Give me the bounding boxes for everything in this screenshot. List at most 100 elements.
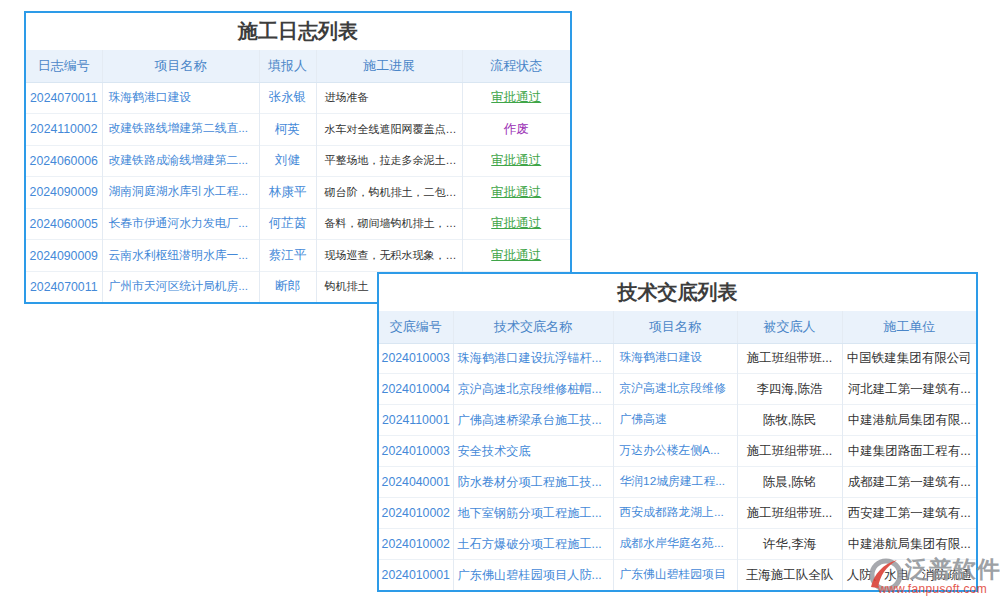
table-row: 2024070011珠海鹤港口建设张永银进场准备审批通过 [26, 82, 570, 114]
column-header: 流程状态 [462, 50, 570, 82]
panel-title-tech-disclosure: 技术交底列表 [379, 274, 976, 311]
disclosure-id-link[interactable]: 2024010003 [379, 436, 453, 467]
table-row: 2024110001广佛高速桥梁承台施工技...广佛高速陈牧,陈民中建港航局集团… [379, 405, 976, 436]
disclosure-id-link[interactable]: 2024010003 [379, 343, 453, 374]
column-header: 日志编号 [26, 50, 102, 82]
panel-title-construction-log: 施工日志列表 [26, 13, 570, 50]
disclosure-name-link[interactable]: 地下室钢筋分项工程施工... [453, 498, 613, 529]
table-row: 2024090009湖南洞庭湖水库引水工程...林康平砌台阶，钩机排土，二包砌.… [26, 177, 570, 209]
tech-disclosure-table: 交底编号技术交底名称项目名称被交底人施工单位2024010003珠海鹤港口建设抗… [379, 311, 976, 590]
progress-text: 现场巡查，无积水现象，水... [316, 240, 462, 272]
unit-text: 人防、水电、消防疏通 [842, 560, 976, 590]
table-row: 2024060005长春市伊通河水力发电厂...何芷茵备料，砌间墙钩机排土，瓦.… [26, 208, 570, 240]
reporter-link[interactable]: 断郎 [259, 271, 316, 302]
project-link[interactable]: 湖南洞庭湖水库引水工程... [102, 177, 259, 209]
column-header: 技术交底名称 [453, 311, 613, 343]
construction-log-table: 日志编号项目名称填报人施工进展流程状态2024070011珠海鹤港口建设张永银进… [26, 50, 570, 302]
progress-text: 进场准备 [316, 82, 462, 114]
status-link[interactable]: 审批通过 [462, 177, 570, 209]
progress-text: 砌台阶，钩机排土，二包砌... [316, 177, 462, 209]
disclosure-id-link[interactable]: 2024110001 [379, 405, 453, 436]
table-row: 2024040001防水卷材分项工程施工技...华润12城房建工程...陈晨,陈… [379, 467, 976, 498]
log-id-link[interactable]: 2024060006 [26, 145, 102, 177]
project-link[interactable]: 珠海鹤港口建设 [102, 82, 259, 114]
disclosure-name-link[interactable]: 安全技术交底 [453, 436, 613, 467]
column-header: 项目名称 [613, 311, 737, 343]
table-row: 2024010003珠海鹤港口建设抗浮锚杆...珠海鹤港口建设施工班组带班...… [379, 343, 976, 374]
project-link[interactable]: 京沪高速北京段维修 [613, 374, 737, 405]
progress-text: 备料，砌间墙钩机排土，瓦... [316, 208, 462, 240]
receiver-text: 李四海,陈浩 [737, 374, 842, 405]
disclosure-name-link[interactable]: 京沪高速北京段维修桩帽... [453, 374, 613, 405]
log-id-link[interactable]: 2024110002 [26, 114, 102, 146]
column-header: 被交底人 [737, 311, 842, 343]
disclosure-name-link[interactable]: 珠海鹤港口建设抗浮锚杆... [453, 343, 613, 374]
column-header: 施工单位 [842, 311, 976, 343]
construction-log-panel: 施工日志列表 日志编号项目名称填报人施工进展流程状态2024070011珠海鹤港… [24, 11, 572, 304]
status-link[interactable]: 审批通过 [462, 240, 570, 272]
status-link[interactable]: 作废 [462, 114, 570, 146]
disclosure-name-link[interactable]: 防水卷材分项工程施工技... [453, 467, 613, 498]
project-link[interactable]: 改建铁路线增建第二线直... [102, 114, 259, 146]
status-link[interactable]: 审批通过 [462, 82, 570, 114]
unit-text: 河北建工第一建筑有... [842, 374, 976, 405]
reporter-link[interactable]: 林康平 [259, 177, 316, 209]
table-row: 2024010004京沪高速北京段维修桩帽...京沪高速北京段维修李四海,陈浩河… [379, 374, 976, 405]
disclosure-id-link[interactable]: 2024010002 [379, 529, 453, 560]
receiver-text: 陈晨,陈铭 [737, 467, 842, 498]
unit-text: 中建集团路面工程有... [842, 436, 976, 467]
project-link[interactable]: 广佛高速 [613, 405, 737, 436]
disclosure-id-link[interactable]: 2024040001 [379, 467, 453, 498]
project-link[interactable]: 珠海鹤港口建设 [613, 343, 737, 374]
disclosure-id-link[interactable]: 2024010002 [379, 498, 453, 529]
receiver-text: 施工班组带班... [737, 436, 842, 467]
table-row: 2024090009云南水利枢纽潜明水库一...蔡江平现场巡查，无积水现象，水.… [26, 240, 570, 272]
reporter-link[interactable]: 柯英 [259, 114, 316, 146]
receiver-text: 许华,李海 [737, 529, 842, 560]
reporter-link[interactable]: 刘健 [259, 145, 316, 177]
project-link[interactable]: 华润12城房建工程... [613, 467, 737, 498]
project-link[interactable]: 改建铁路成渝线增建第二... [102, 145, 259, 177]
column-header: 填报人 [259, 50, 316, 82]
tech-disclosure-panel: 技术交底列表 交底编号技术交底名称项目名称被交底人施工单位2024010003珠… [377, 272, 978, 592]
disclosure-name-link[interactable]: 土石方爆破分项工程施工... [453, 529, 613, 560]
project-link[interactable]: 长春市伊通河水力发电厂... [102, 208, 259, 240]
log-id-link[interactable]: 2024090009 [26, 240, 102, 272]
project-link[interactable]: 西安成都路龙湖上... [613, 498, 737, 529]
log-id-link[interactable]: 2024060005 [26, 208, 102, 240]
reporter-link[interactable]: 何芷茵 [259, 208, 316, 240]
receiver-text: 王海施工队全队 [737, 560, 842, 590]
project-link[interactable]: 万达办公楼左侧A... [613, 436, 737, 467]
disclosure-name-link[interactable]: 广东佛山碧桂园项目人防... [453, 560, 613, 590]
receiver-text: 陈牧,陈民 [737, 405, 842, 436]
column-header: 项目名称 [102, 50, 259, 82]
disclosure-name-link[interactable]: 广佛高速桥梁承台施工技... [453, 405, 613, 436]
column-header: 施工进展 [316, 50, 462, 82]
status-link[interactable]: 审批通过 [462, 145, 570, 177]
reporter-link[interactable]: 张永银 [259, 82, 316, 114]
receiver-text: 施工班组带班... [737, 343, 842, 374]
log-id-link[interactable]: 2024090009 [26, 177, 102, 209]
log-id-link[interactable]: 2024070011 [26, 82, 102, 114]
table-row: 2024010002土石方爆破分项工程施工...成都水岸华庭名苑...许华,李海… [379, 529, 976, 560]
log-id-link[interactable]: 2024070011 [26, 271, 102, 302]
table-row: 2024010002地下室钢筋分项工程施工...西安成都路龙湖上...施工班组带… [379, 498, 976, 529]
table-row: 2024060006改建铁路成渝线增建第二...刘健平整场地，拉走多余泥土15.… [26, 145, 570, 177]
table-row: 2024010003安全技术交底万达办公楼左侧A...施工班组带班...中建集团… [379, 436, 976, 467]
disclosure-id-link[interactable]: 2024010001 [379, 560, 453, 590]
receiver-text: 施工班组带班... [737, 498, 842, 529]
project-link[interactable]: 广州市天河区统计局机房... [102, 271, 259, 302]
unit-text: 中国铁建集团有限公司 [842, 343, 976, 374]
reporter-link[interactable]: 蔡江平 [259, 240, 316, 272]
project-link[interactable]: 成都水岸华庭名苑... [613, 529, 737, 560]
progress-text: 平整场地，拉走多余泥土15... [316, 145, 462, 177]
column-header: 交底编号 [379, 311, 453, 343]
unit-text: 西安建工第一建筑有... [842, 498, 976, 529]
project-link[interactable]: 云南水利枢纽潜明水库一... [102, 240, 259, 272]
unit-text: 成都建工第一建筑有... [842, 467, 976, 498]
disclosure-id-link[interactable]: 2024010004 [379, 374, 453, 405]
unit-text: 中建港航局集团有限... [842, 405, 976, 436]
project-link[interactable]: 广东佛山碧桂园项目 [613, 560, 737, 590]
table-row: 2024110002改建铁路线增建第二线直...柯英水车对全线遮阳网覆盖点进..… [26, 114, 570, 146]
status-link[interactable]: 审批通过 [462, 208, 570, 240]
